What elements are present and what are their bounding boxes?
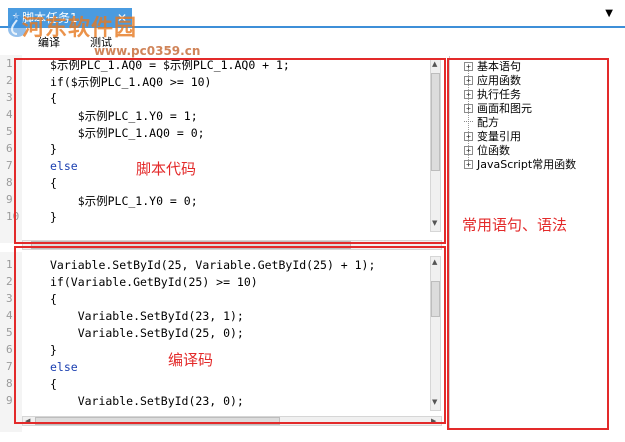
line-number: 4 xyxy=(6,309,13,322)
tree-leaf-connector xyxy=(464,121,473,122)
close-icon[interactable]: ✕ xyxy=(117,8,127,28)
scroll-up-icon[interactable]: ▲ xyxy=(432,60,437,68)
horizontal-scrollbar[interactable]: ◀ ▶ xyxy=(22,416,442,426)
horizontal-scrollbar[interactable] xyxy=(22,240,442,250)
line-number: 7 xyxy=(6,159,13,172)
annotation-label-script: 脚本代码 xyxy=(136,160,197,178)
line-number: 7 xyxy=(6,360,13,373)
tree-item[interactable]: + JavaScript常用函数 xyxy=(464,156,576,172)
line-number: 3 xyxy=(6,91,13,104)
code-line: } xyxy=(50,210,57,224)
tab-title: 脚本任务1 xyxy=(22,11,78,25)
code-line: { xyxy=(50,377,57,391)
line-number: 4 xyxy=(6,108,13,121)
toolbar: 编译 测试 xyxy=(0,30,450,52)
code-line: { xyxy=(50,91,57,105)
function-tree-panel: + 基本语句 + 应用函数 + 执行任务 + 画面和图元 配方 + 变量引用 + 位函数 + JavaScr… xyxy=(449,56,619,430)
line-number: 9 xyxy=(6,394,13,407)
expand-plus-icon[interactable]: + xyxy=(464,160,473,169)
scroll-up-icon[interactable]: ▲ xyxy=(432,258,437,266)
annotation-label-compiled: 编译码 xyxy=(168,351,214,369)
code-line: $示例PLC_1.Y0 = 1; xyxy=(50,109,198,123)
tab-script-task-1[interactable]: ★ 脚本任务1 ✕ xyxy=(8,8,132,28)
line-number: 9 xyxy=(6,193,13,206)
line-number: 10 xyxy=(6,210,20,223)
vertical-scrollbar[interactable]: ▲ ▼ xyxy=(430,58,441,232)
scrollbar-thumb[interactable] xyxy=(431,73,440,171)
line-number: 6 xyxy=(6,142,13,155)
expand-plus-icon[interactable]: + xyxy=(464,132,473,141)
line-number: 5 xyxy=(6,125,13,138)
tree-item-label: JavaScript常用函数 xyxy=(477,158,577,171)
scrollbar-thumb[interactable] xyxy=(31,241,351,249)
scroll-down-icon[interactable]: ▼ xyxy=(432,219,437,227)
expand-plus-icon[interactable]: + xyxy=(464,90,473,99)
line-number: 1 xyxy=(6,258,13,271)
code-line: $示例PLC_1.AQ0 = $示例PLC_1.AQ0 + 1; xyxy=(50,58,290,72)
modified-star-icon: ★ xyxy=(12,12,21,22)
compiled-editor[interactable]: 1 2 3 4 5 6 7 8 9 Variable.SetById(25, Variable.G… xyxy=(0,252,445,432)
line-number: 2 xyxy=(6,74,13,87)
editor-panel: 1 2 3 4 5 6 7 8 9 10 $示例PLC_1.AQ0 = $示例PLC_1.AQ0 +… xyxy=(0,55,447,435)
scrollbar-thumb[interactable] xyxy=(431,281,440,317)
expand-plus-icon[interactable]: + xyxy=(464,104,473,113)
expand-plus-icon[interactable]: + xyxy=(464,76,473,85)
code-line: else xyxy=(50,159,78,173)
tab-bar: ★ 脚本任务1 ✕ ▼ xyxy=(0,0,625,28)
line-number: 8 xyxy=(6,377,13,390)
code-line: if($示例PLC_1.AQ0 >= 10) xyxy=(50,75,212,89)
annotation-label-statements: 常用语句、语法 xyxy=(462,216,568,234)
code-line: } xyxy=(50,142,57,156)
scroll-down-icon[interactable]: ▼ xyxy=(432,398,437,406)
code-line: Variable.SetById(23, 0); xyxy=(50,394,244,408)
line-number: 3 xyxy=(6,292,13,305)
line-number: 6 xyxy=(6,343,13,356)
expand-plus-icon[interactable]: + xyxy=(464,62,473,71)
code-line: $示例PLC_1.Y0 = 0; xyxy=(50,194,198,208)
code-line: { xyxy=(50,176,57,190)
code-line: Variable.SetById(23, 1); xyxy=(50,309,244,323)
code-line: else xyxy=(50,360,78,374)
scroll-right-icon[interactable]: ▶ xyxy=(431,417,436,425)
vertical-scrollbar[interactable]: ▲ ▼ xyxy=(430,256,441,411)
chevron-down-icon[interactable]: ▼ xyxy=(605,8,613,19)
compile-button[interactable]: 编译 xyxy=(38,34,60,50)
line-number: 5 xyxy=(6,326,13,339)
code-line: if(Variable.GetById(25) >= 10) xyxy=(50,275,258,289)
code-line: { xyxy=(50,292,57,306)
code-line: Variable.SetById(25, 0); xyxy=(50,326,244,340)
scrollbar-thumb[interactable] xyxy=(35,417,280,425)
test-button[interactable]: 测试 xyxy=(90,34,112,50)
expand-plus-icon[interactable]: + xyxy=(464,146,473,155)
code-line: } xyxy=(50,343,57,357)
code-line: Variable.SetById(25, Variable.GetById(25… xyxy=(50,258,376,272)
line-number: 8 xyxy=(6,176,13,189)
line-number: 1 xyxy=(6,57,13,70)
code-line: $示例PLC_1.AQ0 = 0; xyxy=(50,126,205,140)
line-number: 2 xyxy=(6,275,13,288)
scroll-left-icon[interactable]: ◀ xyxy=(25,417,30,425)
script-editor[interactable]: 1 2 3 4 5 6 7 8 9 10 $示例PLC_1.AQ0 = $示例PLC_1.AQ0 +… xyxy=(0,55,445,243)
